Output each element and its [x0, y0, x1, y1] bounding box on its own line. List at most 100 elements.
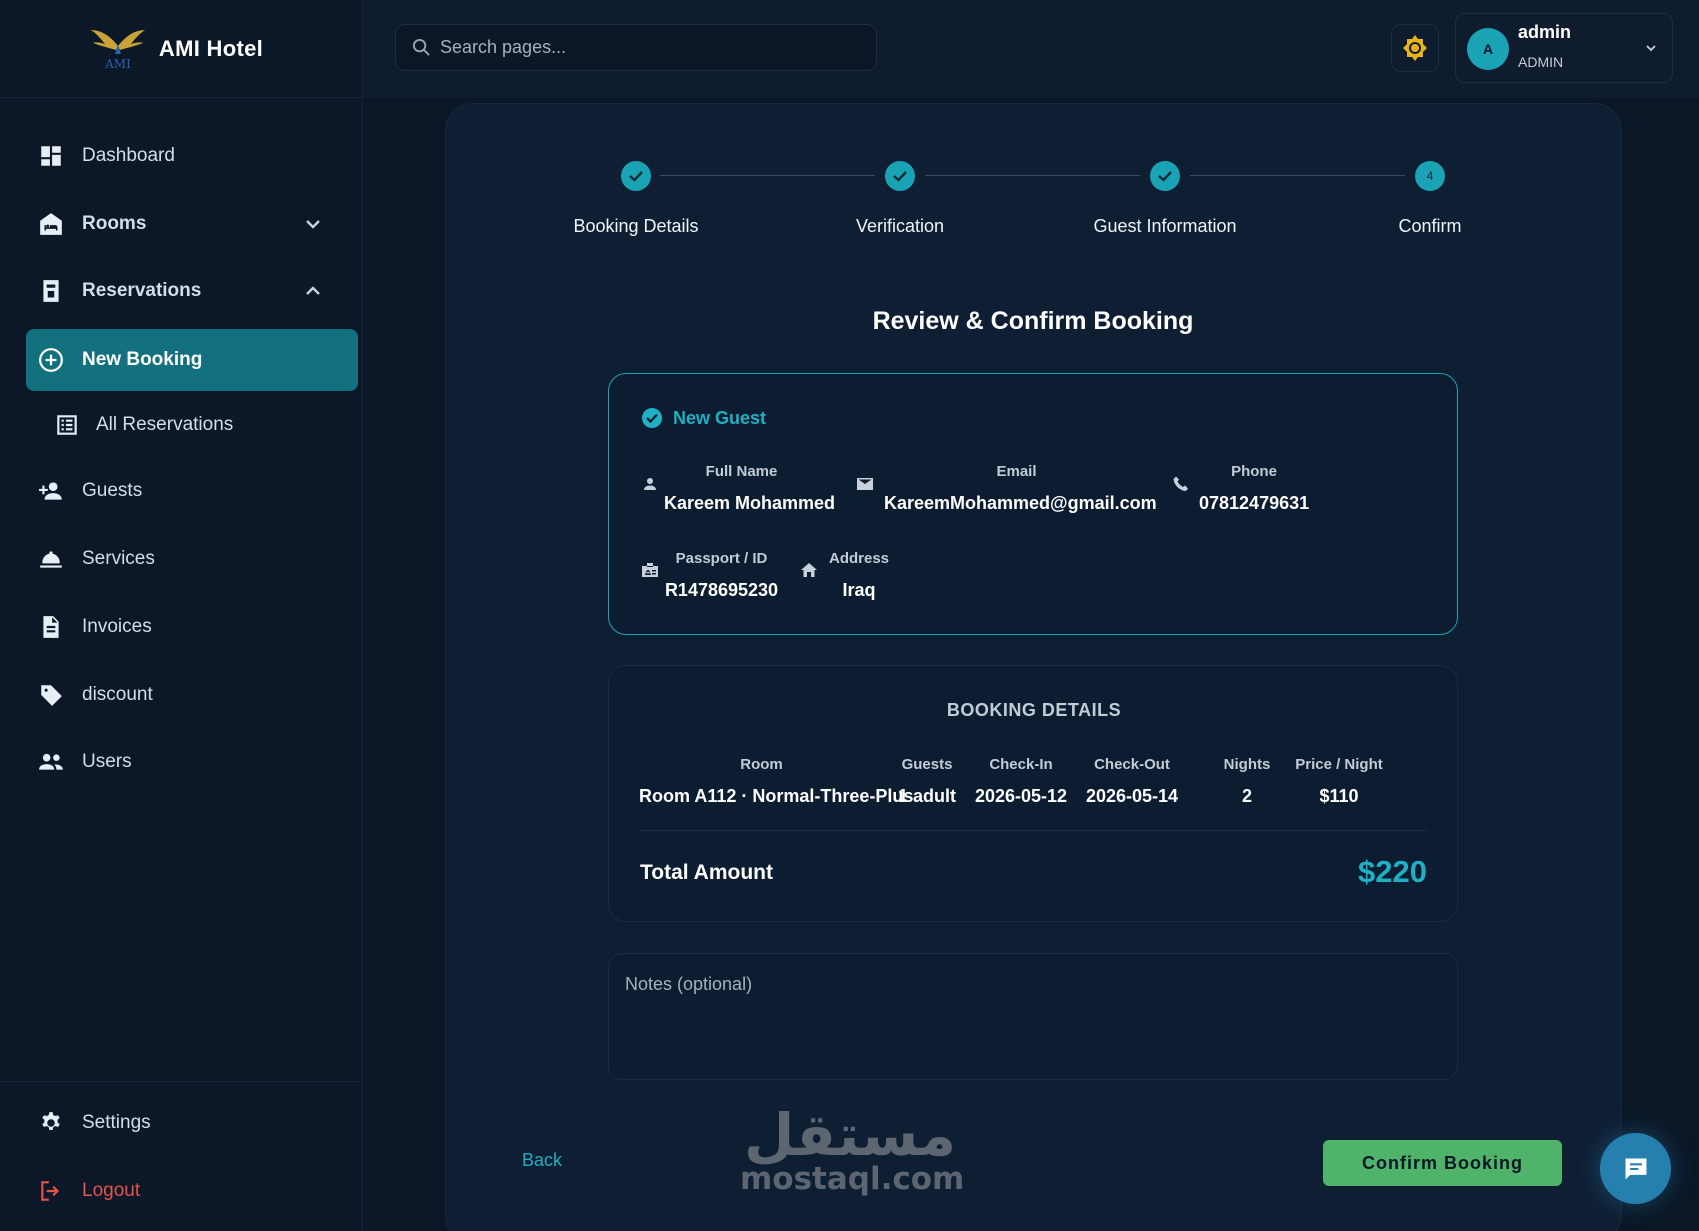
sidebar-item-reservations[interactable]: Reservations: [26, 260, 358, 322]
total-amount-label: Total Amount: [640, 861, 773, 884]
room-service-icon: [36, 544, 66, 574]
chevron-down-icon: [1646, 45, 1656, 52]
full-name-label: Full Name: [705, 463, 778, 480]
list-icon: [52, 410, 82, 440]
step-label-guest-information: Guest Information: [1093, 216, 1237, 236]
passport-value: R1478695230: [664, 580, 779, 600]
booking-details-card: BOOKING DETAILS Room Room A112 · Normal-…: [608, 665, 1458, 922]
price-value: $110: [1319, 786, 1359, 806]
guests-value: 1 adult: [897, 786, 956, 806]
sidebar-item-new-booking[interactable]: New Booking: [26, 329, 358, 391]
sidebar-item-label: Services: [82, 548, 155, 569]
chevron-up-icon: [304, 282, 322, 300]
brand-name: AMI Hotel: [158, 35, 264, 61]
guest-type-label: New Guest: [673, 407, 767, 428]
confirm-booking-button[interactable]: Confirm Booking: [1323, 1140, 1562, 1186]
sidebar-item-all-reservations[interactable]: All Reservations: [26, 394, 358, 456]
phone-icon: [1172, 475, 1190, 493]
step-label-verification: Verification: [855, 216, 945, 236]
stepper-connector: [660, 175, 875, 176]
checkin-value: 2026-05-12: [974, 786, 1068, 806]
checkin-header: Check-In: [989, 756, 1053, 773]
avatar: A: [1467, 28, 1509, 70]
sidebar-item-services[interactable]: Services: [26, 528, 358, 590]
passport-field: Passport / ID R1478695230: [664, 550, 779, 601]
passport-label: Passport / ID: [675, 550, 768, 567]
logout-button[interactable]: Logout: [26, 1160, 358, 1222]
user-menu[interactable]: A admin ADMIN: [1455, 13, 1673, 83]
sidebar-item-dashboard[interactable]: Dashboard: [26, 125, 358, 187]
document-icon: [36, 612, 66, 642]
topbar: A admin ADMIN: [363, 0, 1699, 98]
logout-icon: [36, 1176, 66, 1206]
watermark-arabic: مستقل: [743, 1101, 957, 1169]
check-circle-icon: [642, 408, 662, 428]
sidebar-item-label: Dashboard: [82, 145, 175, 166]
checkout-header: Check-Out: [1094, 756, 1170, 773]
sidebar-item-label: Rooms: [82, 213, 147, 234]
booking-col-checkin: Check-In 2026-05-12: [971, 756, 1071, 807]
phone-field: Phone 07812479631: [1199, 463, 1309, 514]
home-icon: [800, 561, 818, 579]
notes-textarea[interactable]: [608, 953, 1458, 1080]
people-icon: [36, 747, 66, 777]
search-icon: [412, 38, 430, 56]
sidebar-item-label: All Reservations: [96, 414, 234, 435]
watermark-latin: mostaql.com: [740, 1161, 965, 1197]
phone-value: 07812479631: [1199, 493, 1310, 513]
sidebar-item-rooms[interactable]: Rooms: [26, 193, 358, 255]
logout-label: Logout: [82, 1180, 141, 1201]
nights-value: 2: [1241, 786, 1252, 806]
brand[interactable]: AMI AMI Hotel: [0, 0, 362, 98]
email-label: Email: [996, 463, 1037, 480]
stepper-connector: [1190, 175, 1405, 176]
guest-summary-card: New Guest Full Name Kareem Mohammed Emai…: [608, 373, 1458, 635]
room-value: Room A112 · Normal-Three-Plus: [639, 786, 914, 806]
booking-col-guests: Guests 1 adult: [892, 756, 962, 807]
chat-button[interactable]: [1600, 1133, 1671, 1204]
sidebar-item-settings[interactable]: Settings: [26, 1092, 358, 1154]
sidebar-item-label: Invoices: [82, 616, 152, 637]
sidebar-item-label: Users: [82, 751, 132, 772]
booking-col-nights: Nights 2: [1218, 756, 1276, 807]
hotel-logo-icon: AMI: [90, 29, 145, 71]
stepper-connector: [925, 175, 1140, 176]
id-card-icon: [641, 561, 659, 579]
search-input[interactable]: [440, 37, 860, 58]
booking-details-title: BOOKING DETAILS: [946, 700, 1122, 720]
step-3-check-icon: [1150, 161, 1180, 191]
sidebar-item-label: Settings: [82, 1112, 151, 1133]
mostaql-watermark: مستقل mostaql.com: [740, 1101, 965, 1197]
svg-text:AMI: AMI: [104, 57, 131, 71]
step-label-confirm: Confirm: [1398, 216, 1462, 236]
sidebar-item-invoices[interactable]: Invoices: [26, 596, 358, 658]
tag-icon: [36, 680, 66, 710]
sidebar-item-users[interactable]: Users: [26, 731, 358, 793]
search-box[interactable]: [395, 24, 877, 71]
sidebar-item-discount[interactable]: discount: [26, 664, 358, 726]
sidebar-item-guests[interactable]: Guests: [26, 460, 358, 522]
gear-icon: [36, 1108, 66, 1138]
phone-label: Phone: [1231, 463, 1277, 480]
step-1-check-icon: [621, 161, 651, 191]
address-label: Address: [828, 550, 890, 567]
sidebar: AMI AMI Hotel Dashboard Rooms Reservatio…: [0, 0, 363, 1231]
reservation-icon: [36, 276, 66, 306]
total-amount-value: $220: [1358, 854, 1427, 889]
back-button[interactable]: Back: [522, 1150, 562, 1171]
sidebar-item-label: New Booking: [82, 349, 203, 370]
step-label-booking-details: Booking Details: [573, 216, 699, 236]
address-value: Iraq: [842, 580, 876, 600]
chat-icon: [1625, 1158, 1646, 1179]
user-role: ADMIN: [1518, 54, 1564, 70]
plus-circle-icon: [36, 345, 66, 375]
divider: [639, 830, 1429, 831]
full-name-value: Kareem Mohammed: [664, 493, 836, 513]
bed-icon: [36, 209, 66, 239]
theme-toggle-button[interactable]: [1391, 24, 1439, 72]
page-title: Review & Confirm Booking: [872, 307, 1194, 335]
booking-col-checkout: Check-Out 2026-05-14: [1080, 756, 1184, 807]
dashboard-icon: [36, 141, 66, 171]
price-header: Price / Night: [1295, 756, 1383, 773]
step-2-check-icon: [885, 161, 915, 191]
